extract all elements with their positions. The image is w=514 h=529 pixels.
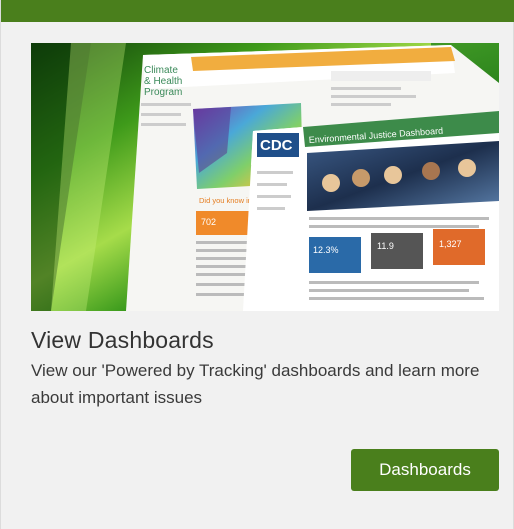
- dashboard-card: Climate & Health Program Did you know in…: [0, 0, 514, 529]
- logo-line-2: & Health: [144, 76, 182, 87]
- cdc-logo: CDC: [260, 137, 293, 154]
- card-title: View Dashboards: [31, 327, 214, 353]
- card-top-bar: [1, 0, 514, 22]
- stat-702: 702: [201, 217, 216, 227]
- dashboards-button[interactable]: Dashboards: [351, 449, 499, 491]
- environmental-justice-page: CDC Environmental Justice Dashboard 12.3…: [243, 111, 499, 311]
- stat-11-9: 11.9: [377, 241, 394, 251]
- card-description: View our 'Powered by Tracking' dashboard…: [31, 361, 480, 407]
- stat-1327: 1,327: [439, 239, 462, 249]
- dashboard-preview-image: Climate & Health Program Did you know in…: [31, 43, 499, 311]
- logo-line-3: Program: [144, 87, 182, 98]
- stat-12-3: 12.3%: [313, 245, 339, 255]
- logo-line-1: Climate: [144, 65, 178, 76]
